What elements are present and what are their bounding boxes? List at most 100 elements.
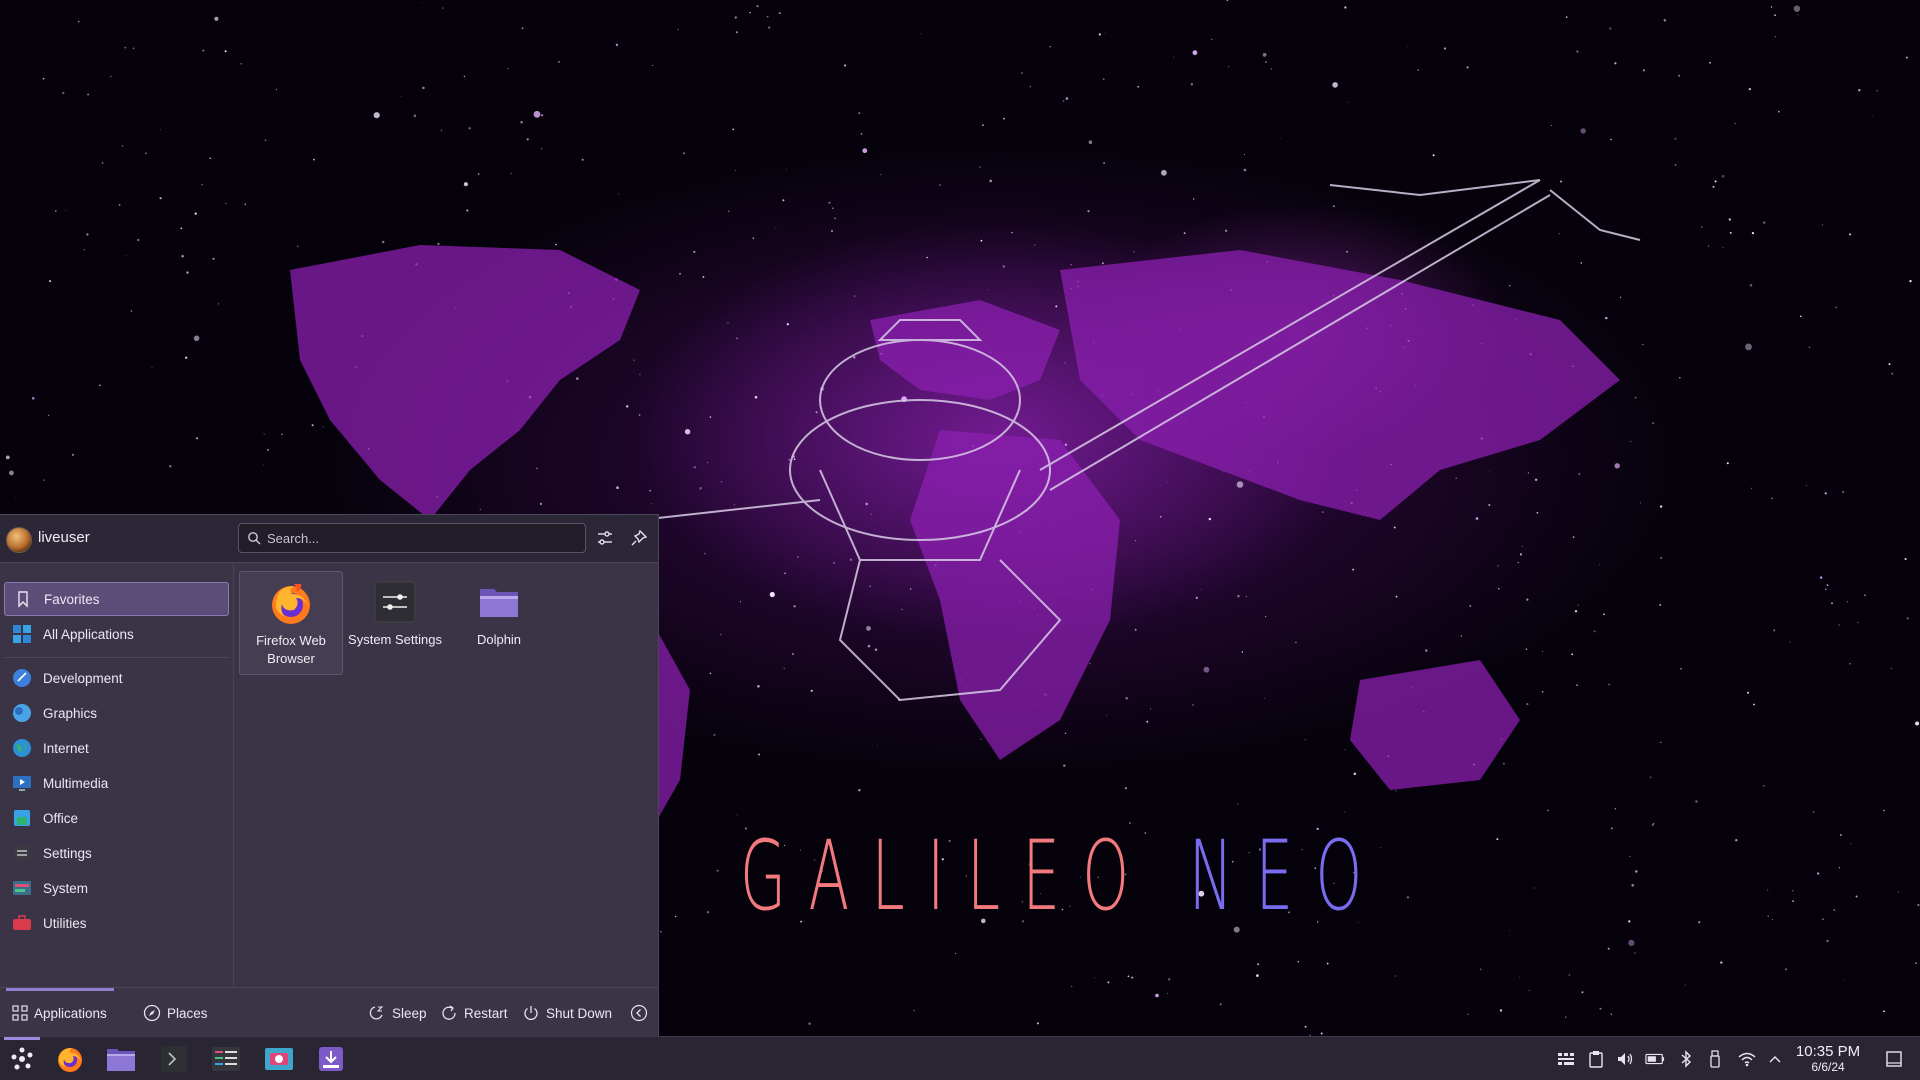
sleep-button[interactable]: Sleep	[368, 1001, 427, 1025]
shutdown-button[interactable]: Shut Down	[522, 1001, 612, 1025]
all-apps-icon	[13, 625, 31, 643]
sidebar-item-graphics[interactable]: Graphics	[4, 696, 229, 730]
sidebar-item-development[interactable]: Development	[4, 661, 229, 695]
wifi-icon	[1738, 1052, 1756, 1067]
taskbar: 10:35 PM 6/6/24	[0, 1036, 1920, 1080]
dolphin-folder-icon	[480, 589, 518, 617]
system-icon	[13, 881, 31, 895]
leave-options-button[interactable]	[630, 1001, 654, 1025]
firefox-icon	[58, 1048, 82, 1072]
sidebar-divider	[4, 657, 229, 658]
clock-time: 10:35 PM	[1795, 1043, 1861, 1060]
sidebar-item-settings[interactable]: Settings	[4, 836, 229, 870]
sleep-icon	[369, 1006, 384, 1020]
category-sidebar: Favorites All Applications Development G…	[0, 563, 234, 987]
sidebar-item-label: Office	[43, 810, 79, 826]
tray-keyboard-layout[interactable]	[1556, 1049, 1576, 1069]
sidebar-item-label: Favorites	[44, 591, 100, 607]
shutdown-icon	[524, 1006, 538, 1020]
wallpaper-title-word2: NEO	[1188, 820, 1385, 932]
app-launcher-icon	[11, 1047, 33, 1070]
tray-battery[interactable]	[1645, 1049, 1665, 1069]
app-tile-dolphin[interactable]: Dolphin	[447, 571, 551, 675]
sidebar-item-multimedia[interactable]: Multimedia	[4, 766, 229, 800]
sidebar-item-label: Utilities	[43, 915, 87, 931]
tab-label: Places	[167, 1005, 208, 1021]
tray-wifi[interactable]	[1737, 1049, 1757, 1069]
sidebar-item-label: All Applications	[43, 626, 134, 642]
app-tile-label: System Settings	[348, 632, 442, 647]
taskbar-dolphin[interactable]	[99, 1041, 143, 1077]
sidebar-item-label: Multimedia	[43, 775, 109, 791]
tray-bluetooth[interactable]	[1676, 1049, 1696, 1069]
digital-clock[interactable]: 10:35 PM 6/6/24	[1786, 1043, 1870, 1074]
app-tile-firefox[interactable]: Firefox Web Browser	[239, 571, 343, 675]
utilities-icon	[13, 915, 31, 930]
sidebar-item-favorites[interactable]: Favorites	[4, 582, 229, 616]
configure-icon	[598, 531, 612, 545]
installer-icon	[319, 1047, 343, 1071]
development-icon	[13, 669, 31, 687]
sidebar-item-label: Graphics	[43, 705, 98, 721]
tray-usb-device[interactable]	[1705, 1049, 1725, 1069]
tray-volume[interactable]	[1615, 1049, 1635, 1069]
search-input[interactable]	[267, 528, 577, 548]
app-tile-label: Dolphin	[476, 632, 522, 647]
wallpaper-title: GALILEO NEO	[740, 820, 1385, 932]
sidebar-item-label: Settings	[43, 845, 92, 861]
shutdown-label: Shut Down	[546, 1005, 613, 1021]
firefox-icon	[272, 584, 310, 624]
tray-expand[interactable]	[1765, 1049, 1785, 1069]
app-tile-label: Firefox Web Browser	[256, 633, 326, 666]
sidebar-item-office[interactable]: Office	[4, 801, 229, 835]
taskbar-system-monitor[interactable]	[204, 1041, 248, 1077]
clipboard-icon	[1589, 1051, 1603, 1068]
sidebar-item-label: System	[43, 880, 89, 896]
tab-places[interactable]: Places	[143, 1001, 208, 1025]
screenshot-icon	[265, 1048, 293, 1070]
active-tab-indicator	[6, 988, 114, 991]
taskbar-firefox[interactable]	[48, 1041, 92, 1077]
launcher-header: liveuser	[0, 515, 658, 563]
show-desktop-button[interactable]	[1884, 1049, 1904, 1069]
battery-icon	[1645, 1053, 1665, 1065]
sidebar-item-all-applications[interactable]: All Applications	[4, 617, 229, 651]
graphics-icon	[13, 704, 31, 722]
app-launcher-button[interactable]	[0, 1037, 44, 1077]
username[interactable]: liveuser	[38, 529, 90, 546]
restart-button[interactable]: Restart	[440, 1001, 508, 1025]
favorites-grid: Firefox Web Browser System Settings Dolp…	[235, 563, 659, 987]
internet-icon	[13, 739, 31, 757]
keyboard-layout-icon	[1558, 1053, 1574, 1065]
volume-icon	[1618, 1053, 1633, 1065]
settings-icon	[14, 846, 30, 860]
taskbar-screenshot[interactable]	[257, 1041, 301, 1077]
konsole-icon	[161, 1046, 187, 1072]
bookmark-icon	[18, 591, 28, 608]
taskbar-konsole[interactable]	[152, 1041, 196, 1077]
usb-device-icon	[1710, 1050, 1720, 1068]
avatar[interactable]	[6, 527, 32, 553]
clock-date: 6/6/24	[1811, 1060, 1845, 1074]
sidebar-item-internet[interactable]: Internet	[4, 731, 229, 765]
tray-clipboard[interactable]	[1586, 1049, 1606, 1069]
taskbar-installer[interactable]	[309, 1041, 353, 1077]
restart-label: Restart	[464, 1005, 508, 1021]
tab-label: Applications	[34, 1005, 107, 1021]
search-field[interactable]	[238, 523, 586, 553]
configure-button[interactable]	[592, 525, 618, 551]
places-compass-icon	[143, 1004, 161, 1022]
sleep-label: Sleep	[392, 1005, 427, 1021]
applications-grid-icon	[12, 1005, 28, 1021]
sidebar-item-label: Internet	[43, 740, 89, 756]
sidebar-item-utilities[interactable]: Utilities	[4, 906, 229, 940]
app-tile-system-settings[interactable]: System Settings	[343, 571, 447, 675]
multimedia-icon	[13, 776, 31, 791]
application-launcher: liveuser Search... Favorites All Applica…	[0, 514, 659, 1036]
sidebar-item-label: Development	[43, 670, 123, 686]
tab-applications[interactable]: Applications	[12, 1001, 107, 1025]
pin-icon	[631, 529, 648, 546]
system-settings-icon	[374, 581, 416, 623]
sidebar-item-system[interactable]: System	[4, 871, 229, 905]
pin-button[interactable]	[626, 525, 652, 551]
